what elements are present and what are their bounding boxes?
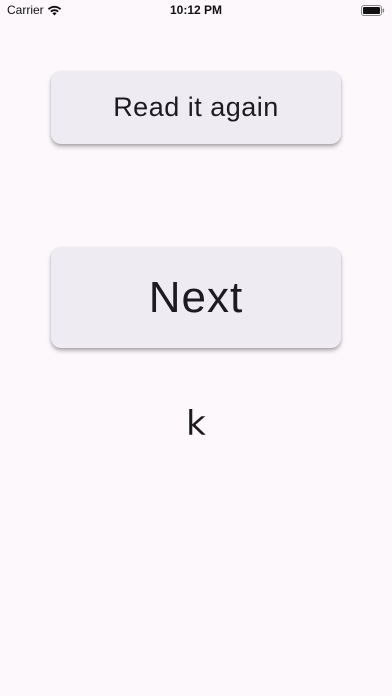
read-it-again-button[interactable]: Read it again <box>51 71 341 144</box>
status-time: 10:12 PM <box>169 3 223 17</box>
current-letter: k <box>186 404 206 444</box>
status-bar: Carrier 10:12 PM <box>0 0 392 22</box>
next-button[interactable]: Next <box>51 247 341 348</box>
battery-icon <box>361 5 385 16</box>
